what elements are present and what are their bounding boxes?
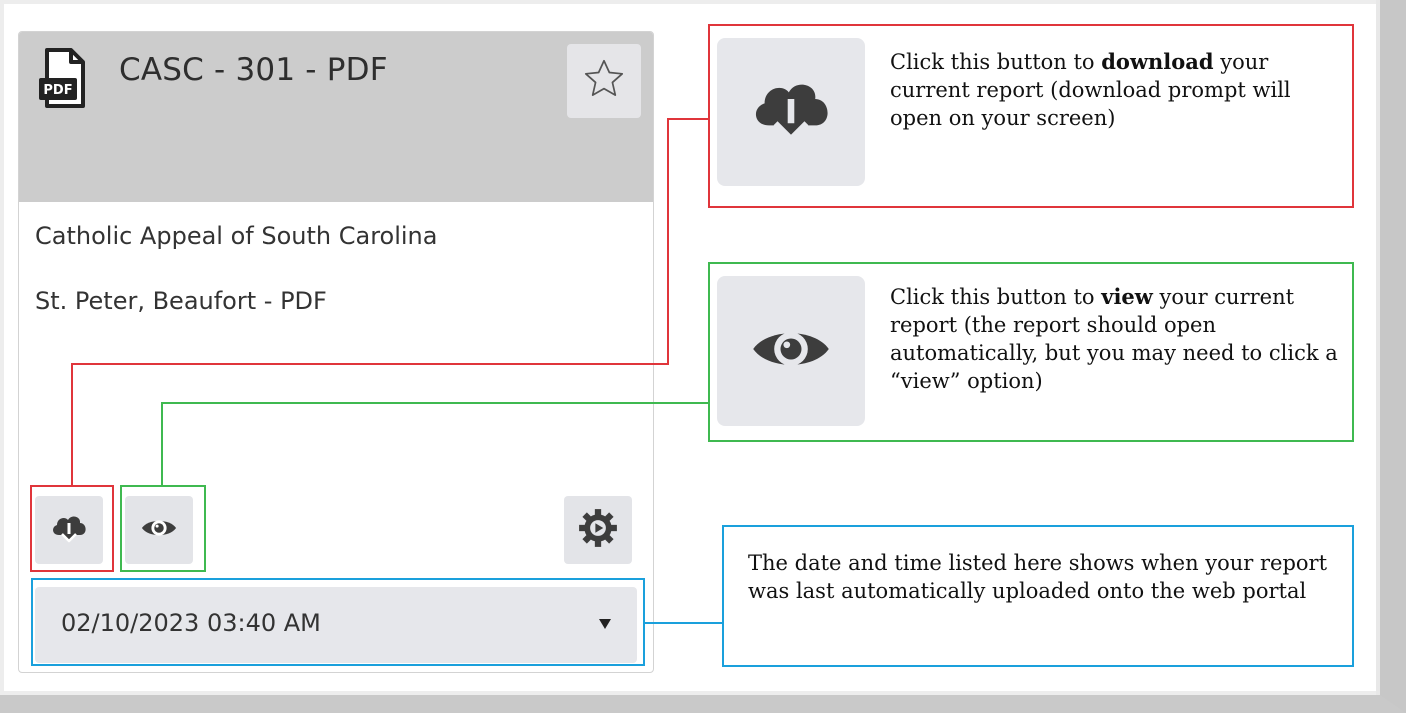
download-connector [667, 118, 709, 120]
report-card: PDF CASC - 301 - PDF Catholic Appeal of … [18, 31, 654, 673]
download-connector [71, 363, 73, 486]
date-callout: The date and time listed here shows when… [722, 525, 1354, 667]
card-header: PDF CASC - 301 - PDF [19, 32, 653, 202]
gear-play-icon [577, 507, 619, 553]
view-connector [161, 402, 709, 404]
date-callout-text: The date and time listed here shows when… [748, 551, 1328, 603]
favorite-button[interactable] [567, 44, 641, 118]
report-name: Catholic Appeal of South Carolina [35, 222, 438, 250]
date-connector [645, 622, 723, 624]
download-connector [71, 363, 669, 365]
star-outline-icon [581, 56, 627, 106]
svg-text:PDF: PDF [43, 83, 72, 98]
pdf-file-icon: PDF [37, 48, 89, 108]
download-callout: Click this button to download your curre… [708, 24, 1354, 208]
report-subtitle: St. Peter, Beaufort - PDF [35, 287, 327, 315]
view-highlight-box [120, 485, 206, 572]
date-highlight-box [31, 578, 645, 666]
cloud-download-icon [747, 66, 835, 158]
eye-icon [749, 307, 833, 395]
view-callout-text: Click this button to view your current r… [890, 284, 1338, 393]
download-callout-icon-box [717, 38, 865, 186]
settings-button[interactable] [564, 496, 632, 564]
view-callout-icon-box [717, 276, 865, 426]
card-title: CASC - 301 - PDF [119, 52, 388, 88]
view-connector [161, 402, 163, 486]
view-callout: Click this button to view your current r… [708, 262, 1354, 442]
download-callout-text: Click this button to download your curre… [890, 49, 1291, 130]
download-connector [667, 118, 669, 365]
download-highlight-box [30, 485, 114, 572]
